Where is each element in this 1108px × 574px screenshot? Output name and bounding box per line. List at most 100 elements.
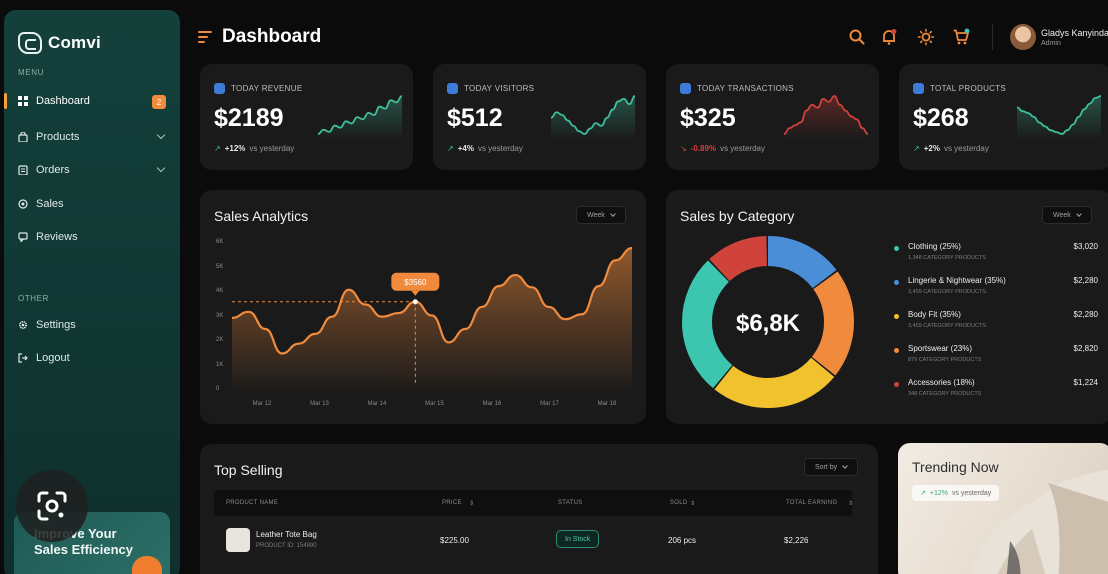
user-role: Admin [1041,40,1061,47]
sales-category-card: Sales by Category Week $6,8K Clothing (2… [666,190,1108,424]
box-icon [913,83,924,94]
column-header-product[interactable]: PRODUCT NAME [226,500,278,506]
status-badge: In Stock [556,530,600,548]
sparkline-chart [784,95,868,140]
legend-label: Lingerie & Nightwear (35%) [908,276,1006,285]
legend-amount: $1,224 [1073,378,1098,387]
legend-subtitle: 3,459 CATEGORY PRODUCTS [908,289,986,295]
trending-card[interactable]: Trending Now ↗ +12% vs yesterday [898,443,1108,574]
product-name[interactable]: Leather Tote Bag [256,530,317,539]
camera-lens-icon [37,491,67,521]
grid-icon [18,96,28,106]
highlight-point[interactable] [412,299,418,305]
sidebar-item-logout[interactable]: Logout [4,346,180,370]
column-header-price[interactable]: PRICE [442,500,462,506]
sidebar-item-orders[interactable]: Orders [4,158,180,182]
brand-logo-icon [18,32,42,54]
legend-subtitle: 3,459 CATEGORY PRODUCTS [908,323,986,329]
stat-label: TOTAL PRODUCTS [930,84,1007,93]
legend-label: Accessories (18%) [908,378,975,387]
y-tick-label: 2K [216,337,224,343]
trend-delta-text: vs yesterday [951,489,992,497]
category-donut-chart[interactable]: $6,8K [678,232,858,412]
legend-label: Body Fit (35%) [908,310,961,319]
cart-icon[interactable] [952,28,970,46]
sparkline-chart [318,95,402,140]
sort-icon[interactable]: ⇕ [469,500,474,507]
avatar[interactable] [1010,24,1036,50]
gear-icon [18,320,28,330]
brand[interactable]: Comvi [18,32,101,54]
brand-name: Comvi [48,33,101,52]
legend-item[interactable]: Accessories (18%) 348 CATEGORY PRODUCTS $1… [894,378,1098,402]
trend-up-icon: ↗ [913,144,920,153]
legend-item[interactable]: Lingerie & Nightwear (35%) 3,459 CATEGORY… [894,276,1098,300]
legend-amount: $3,020 [1073,242,1098,251]
stat-delta-text: vs yesterday [943,144,989,153]
trend-up-icon: ↗ [214,144,221,153]
donut-total: $6,8K [736,310,801,337]
sidebar-item-label: Orders [36,164,70,176]
stat-value: $512 [447,104,503,132]
legend-dot [894,280,899,285]
users-icon [447,83,458,94]
stat-delta: +12% [224,144,246,153]
stat-card-transactions[interactable]: TODAY TRANSACTIONS $325 ↘ -0.89% vs yester… [666,64,879,170]
tooltip-pointer [411,290,420,296]
stat-value: $268 [913,104,969,132]
stat-delta: +2% [923,144,940,153]
column-header-sold[interactable]: SOLD [670,500,688,506]
sidebar-item-reviews[interactable]: Reviews [4,225,180,249]
user-name[interactable]: Gladys Kanyinda [1041,28,1108,38]
y-tick-label: 3K [216,312,224,319]
legend-item[interactable]: Sportswear (23%) 879 CATEGORY PRODUCTS $2,… [894,344,1098,368]
sales-area-chart[interactable]: $3560 [200,190,646,424]
y-tick-label: 5K [216,263,224,270]
column-header-earning[interactable]: TOTAL EARNING [786,500,837,506]
column-header-status[interactable]: STATUS [558,500,583,506]
legend-dot [894,314,899,319]
stat-delta: +4% [457,144,474,153]
legend-item[interactable]: Clothing (25%) 1,348 CATEGORY PRODUCTS $3,… [894,242,1098,266]
top-selling-card: Top Selling Sort by PRODUCT NAME PRICE ⇕… [200,444,878,574]
stat-value: $2189 [214,104,284,132]
stat-card-visitors[interactable]: TODAY VISITORS $512 ↗ +4% vs yesterday [433,64,646,170]
wallet-icon [214,83,225,94]
stat-card-products[interactable]: TOTAL PRODUCTS $268 ↗ +2% vs yesterday [899,64,1108,170]
legend-label: Sportswear (23%) [908,344,973,353]
card-title: Trending Now [912,459,999,475]
stat-card-revenue[interactable]: TODAY REVENUE $2189 ↗ +12% vs yesterday [200,64,413,170]
trend-down-icon: ↘ [680,144,687,153]
sidebar-item-products[interactable]: Products [4,125,180,149]
period-dropdown[interactable]: Week [1042,206,1092,224]
sort-icon[interactable]: ⇕ [848,500,853,507]
legend-item[interactable]: Body Fit (35%) 3,459 CATEGORY PRODUCTS $2,… [894,310,1098,334]
sidebar-item-settings[interactable]: Settings [4,313,180,337]
stat-label: TODAY VISITORS [464,84,535,93]
menu-toggle-icon[interactable] [198,31,212,43]
legend-dot [894,348,899,353]
y-tick-label: 1K [216,361,224,368]
product-thumbnail [226,528,250,552]
stat-delta-text: vs yesterday [477,144,523,153]
sidebar-item-dashboard[interactable]: Dashboard 2 [4,89,180,113]
sort-icon[interactable]: ⇕ [690,500,695,507]
sparkline-chart [1017,95,1101,140]
bell-icon[interactable] [880,28,898,46]
search-icon[interactable] [848,28,866,46]
other-section-label: OTHER [18,294,49,303]
y-tick-label: 0 [216,386,220,392]
legend-subtitle: 1,348 CATEGORY PRODUCTS [908,255,986,261]
trend-up-icon: ↗ [920,490,926,497]
sun-icon[interactable] [917,28,935,46]
sidebar-item-label: Logout [36,352,70,364]
sort-dropdown[interactable]: Sort by [804,458,859,476]
receipt-icon [680,83,691,94]
sidebar-item-label: Products [36,131,80,143]
stat-delta-text: vs yesterday [249,144,295,153]
bag-icon [18,132,28,142]
sidebar-item-sales[interactable]: Sales [4,192,180,216]
visual-search-button[interactable] [16,470,88,542]
legend-dot [894,246,899,251]
promo-illustration [132,556,162,574]
